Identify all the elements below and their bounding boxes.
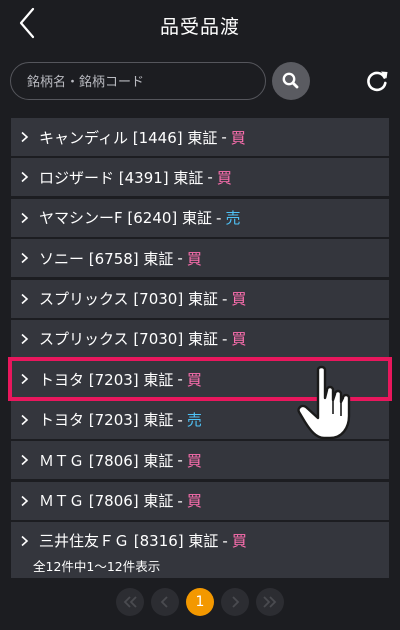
- chevron-right-icon: [21, 131, 29, 143]
- list-item[interactable]: トヨタ [7203] 東証 - 買: [8, 357, 392, 402]
- trade-side-badge: 買: [230, 128, 246, 147]
- trade-side-badge: 売: [225, 209, 241, 228]
- list-item-label: スプリックス [7030] 東証: [39, 330, 218, 349]
- first-page-button[interactable]: [116, 588, 144, 616]
- search-field: [10, 62, 266, 101]
- list-item-label: キャンディル [1446] 東証: [39, 128, 218, 147]
- list-item-label: トヨタ [7203] 東証: [39, 370, 174, 389]
- double-chevron-left-icon: [123, 596, 137, 608]
- trade-side-badge: 買: [186, 249, 202, 268]
- list-item-label: ロジザード [4391] 東証: [39, 168, 204, 187]
- trade-side-badge: 買: [186, 370, 202, 389]
- list-item-separator: -: [177, 370, 183, 389]
- pagination: 1: [0, 588, 400, 618]
- list-item-label: 三井住友ＦＧ [8316] 東証: [39, 532, 219, 551]
- search-button[interactable]: [272, 62, 310, 100]
- list-item[interactable]: スプリックス [7030] 東証 - 買: [11, 279, 389, 318]
- page-title: 品受品渡: [159, 16, 240, 38]
- chevron-right-icon: [21, 535, 29, 547]
- chevron-right-icon: [21, 253, 29, 264]
- list-item[interactable]: 三井住友ＦＧ [8316] 東証 - 買: [11, 521, 389, 560]
- double-chevron-right-icon: [263, 596, 277, 608]
- list-item-label: ヤマシンーF [6240] 東証: [39, 209, 213, 228]
- next-page-button[interactable]: [221, 588, 249, 616]
- trade-side-badge: 売: [186, 411, 202, 430]
- holdings-list: キャンディル [1446] 東証 - 買ロジザード [4391] 東証 - 買ヤマシンー…: [8, 118, 392, 562]
- list-item-separator: -: [221, 128, 227, 146]
- refresh-button[interactable]: [364, 68, 390, 94]
- list-item[interactable]: ＭＴＧ [7806] 東証 - 買: [11, 441, 389, 480]
- trade-side-badge: 買: [231, 330, 247, 349]
- list-item-separator: -: [207, 168, 213, 187]
- trade-side-badge: 買: [231, 532, 247, 551]
- list-item-separator: -: [177, 451, 183, 470]
- chevron-right-icon: [21, 172, 29, 183]
- chevron-left-icon: [160, 596, 168, 608]
- search-icon: [282, 72, 299, 89]
- trade-side-badge: 買: [231, 290, 247, 309]
- list-item-separator: -: [221, 289, 228, 308]
- list-item[interactable]: トヨタ [7203] 東証 - 売: [11, 400, 389, 439]
- chevron-right-icon: [21, 293, 29, 304]
- chevron-right-icon: [21, 212, 29, 223]
- list-item-label: ソニー [6758] 東証: [39, 249, 174, 268]
- list-item[interactable]: ＭＴＧ [7806] 東証 - 買: [11, 481, 389, 520]
- list-item-separator: -: [221, 329, 228, 348]
- trade-side-badge: 買: [216, 168, 232, 187]
- result-summary: 全12件中1～12件表示: [11, 556, 389, 578]
- page-1-button[interactable]: 1: [186, 588, 214, 616]
- list-item[interactable]: ロジザード [4391] 東証 - 買: [11, 158, 389, 197]
- list-item-separator: -: [222, 531, 228, 550]
- chevron-right-icon: [21, 374, 29, 385]
- list-item-label: スプリックス [7030] 東証: [39, 290, 218, 309]
- list-item-label: ＭＴＧ [7806] 東証: [39, 492, 174, 511]
- chevron-right-icon: [232, 596, 240, 608]
- list-item[interactable]: ヤマシンーF [6240] 東証 - 売: [11, 198, 389, 237]
- last-page-button[interactable]: [256, 588, 284, 616]
- header: 品受品渡: [0, 0, 400, 50]
- list-item-label: ＭＴＧ [7806] 東証: [39, 451, 174, 470]
- list-item-separator: -: [177, 410, 183, 429]
- list-item-label: トヨタ [7203] 東証: [39, 411, 174, 430]
- list-item[interactable]: キャンディル [1446] 東証 - 買: [11, 118, 389, 156]
- list-item-separator: -: [216, 208, 222, 227]
- refresh-icon: [367, 71, 388, 92]
- trade-side-badge: 買: [186, 451, 202, 470]
- list-item[interactable]: ソニー [6758] 東証 - 買: [11, 239, 389, 278]
- list-item-separator: -: [177, 249, 183, 268]
- prev-page-button[interactable]: [151, 588, 179, 616]
- chevron-right-icon: [21, 495, 29, 506]
- list-item-separator: -: [177, 491, 183, 510]
- chevron-right-icon: [21, 333, 29, 345]
- chevron-right-icon: [21, 455, 29, 466]
- chevron-right-icon: [21, 414, 29, 425]
- trade-side-badge: 買: [186, 492, 202, 511]
- search-input[interactable]: [25, 63, 259, 101]
- list-item[interactable]: スプリックス [7030] 東証 - 買: [11, 319, 389, 358]
